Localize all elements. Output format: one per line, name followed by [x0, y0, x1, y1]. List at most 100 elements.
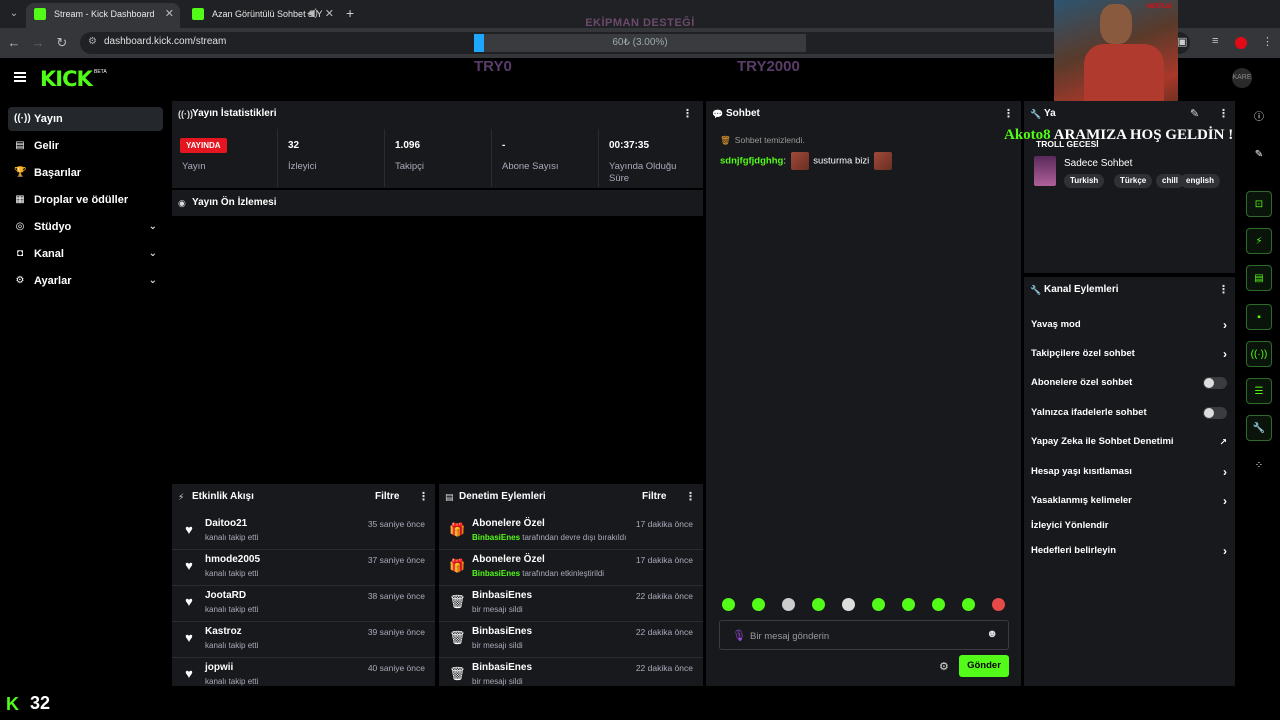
emote-icon[interactable]	[782, 598, 795, 611]
sidebar-item-basarilar[interactable]: 🏆 Başarılar	[8, 161, 163, 185]
chevron-right-icon: ›	[1223, 494, 1227, 508]
close-tab-icon[interactable]: ✕	[325, 3, 334, 25]
feed-name[interactable]: jopwii	[205, 662, 233, 673]
actor-name[interactable]: BinbasiEnes	[472, 533, 520, 542]
action-slow-mode[interactable]: Yavaş mod ›	[1031, 315, 1227, 335]
site-info-icon[interactable]: ⚙	[88, 36, 100, 48]
stream-tag[interactable]: english	[1180, 174, 1221, 188]
feed-name[interactable]: JootaRD	[205, 590, 246, 601]
sidebar-item-kanal[interactable]: ◘ Kanal ⌄	[8, 242, 163, 266]
edit-icon[interactable]: ✎	[1246, 142, 1272, 168]
send-button[interactable]: Gönder	[959, 655, 1009, 677]
filter-button[interactable]: Filtre	[375, 484, 399, 510]
stream-tag[interactable]: Türkçe	[1114, 174, 1153, 188]
stream-preview-video[interactable]	[172, 216, 703, 481]
microphone-icon[interactable]: 🎙	[732, 629, 746, 642]
back-icon[interactable]: ←	[6, 35, 22, 51]
emote-icon[interactable]	[872, 598, 885, 611]
action-set-goals[interactable]: Hedefleri belirleyin ›	[1031, 541, 1227, 561]
sidebar-item-studyo[interactable]: ◎ Stüdyo ⌄	[8, 215, 163, 239]
subscribers-only-toggle[interactable]	[1203, 377, 1227, 389]
extension-icon[interactable]: ▣	[1177, 35, 1187, 48]
feed-name[interactable]: BinbasiEnes	[472, 590, 532, 601]
tab-search-icon[interactable]: ⌄	[6, 6, 22, 22]
list-item: ♥ Kastroz kanalı takip etti 39 saniye ön…	[172, 623, 435, 658]
filter-button[interactable]: Filtre	[642, 484, 666, 510]
feed-desc: kanalı takip etti	[205, 533, 259, 542]
stream-tag[interactable]: Turkish	[1064, 174, 1105, 188]
avatar[interactable]: KARE	[1232, 68, 1252, 88]
action-account-age[interactable]: Hesap yaşı kısıtlaması ›	[1031, 462, 1227, 482]
lightning-icon[interactable]: ⚡	[1246, 228, 1272, 254]
speaker-icon[interactable]: ◀)	[307, 3, 318, 25]
more-options-icon[interactable]: ⋮	[682, 101, 693, 127]
chat-username[interactable]: sdnjfgfjdghhg	[720, 156, 783, 167]
list-item: ♥ hmode2005 kanalı takip etti 37 saniye …	[172, 551, 435, 586]
more-icon[interactable]: ⁘	[1246, 453, 1272, 479]
emote-icon[interactable]	[873, 152, 892, 170]
action-followers-only[interactable]: Takipçilere özel sohbet ›	[1031, 344, 1227, 364]
chat-message-input[interactable]	[750, 628, 970, 644]
stat-label: Yayın	[182, 161, 206, 172]
emote-icon[interactable]	[752, 598, 765, 611]
goal-max: TRY2000	[737, 58, 800, 75]
feed-name[interactable]: BinbasiEnes	[472, 662, 532, 673]
emote-icon[interactable]	[932, 598, 945, 611]
feed-name[interactable]: hmode2005	[205, 554, 260, 565]
feed-name[interactable]: Kastroz	[205, 626, 242, 637]
browser-tab-kick[interactable]: Stream - Kick Dashboard ✕	[26, 3, 180, 28]
layout-icon[interactable]: ☰	[1246, 378, 1272, 404]
emote-icon[interactable]	[902, 598, 915, 611]
emote-icon[interactable]	[992, 598, 1005, 611]
emote-only-toggle[interactable]	[1203, 407, 1227, 419]
action-label: Abonelere özel sohbet	[1031, 377, 1133, 388]
action-host-channel[interactable]: İzleyici Yönlendir	[1031, 516, 1227, 536]
chat-icon[interactable]: ▪	[1246, 304, 1272, 330]
activity-feed-panel: ⚡ Etkinlik Akışı Filtre ⋮ ♥ Daitoo21 kan…	[172, 484, 435, 686]
colon: :	[783, 155, 786, 167]
turkish-flag-icon[interactable]	[1235, 37, 1247, 49]
edit-icon[interactable]: ✎	[1190, 101, 1199, 127]
emoji-picker-icon[interactable]: ☻	[986, 628, 998, 640]
wrench-icon[interactable]: 🔧	[1246, 415, 1272, 441]
document-icon[interactable]: ▤	[1246, 265, 1272, 291]
more-options-icon[interactable]: ⋮	[1003, 101, 1014, 127]
close-tab-icon[interactable]: ✕	[165, 3, 174, 25]
sidebar-item-gelir[interactable]: ▤ Gelir	[8, 134, 163, 158]
hamburger-menu-icon[interactable]	[14, 72, 26, 82]
feed-name[interactable]: Daitoo21	[205, 518, 247, 529]
sidebar-item-droplar[interactable]: ▦ Droplar ve ödüller	[8, 188, 163, 212]
forward-icon[interactable]: →	[30, 35, 46, 51]
panel-header: 🔧 Kanal Eylemleri ⋮	[1024, 277, 1235, 303]
browser-tab-azan[interactable]: Azan Görüntülü Sohbet & Y ◀) ✕	[184, 3, 340, 28]
more-options-icon[interactable]: ⋮	[1218, 277, 1229, 303]
welcome-message: ARAMIZA HOŞ GELDİN !	[1053, 127, 1234, 143]
emote-icon[interactable]	[790, 152, 809, 170]
panel-title: Yayın Ön İzlemesi	[192, 197, 277, 208]
emote-icon[interactable]	[962, 598, 975, 611]
emote-icon[interactable]	[722, 598, 735, 611]
action-ai-moderation[interactable]: Yapay Zeka ile Sohbet Denetimi ↗	[1031, 432, 1227, 452]
sidebar-item-yayin[interactable]: ((·)) Yayın	[8, 107, 163, 131]
chat-settings-icon[interactable]: ⚙	[939, 660, 949, 673]
broadcast-icon[interactable]: ((·))	[1246, 341, 1272, 367]
more-options-icon[interactable]: ⋮	[685, 484, 696, 510]
more-options-icon[interactable]: ⋮	[1218, 101, 1229, 127]
emote-icon[interactable]	[812, 598, 825, 611]
browser-menu-icon[interactable]: ⋮	[1262, 35, 1273, 48]
capture-icon[interactable]: ⊡	[1246, 191, 1272, 217]
actor-name[interactable]: BinbasiEnes	[472, 569, 520, 578]
media-icon[interactable]: ≡	[1212, 35, 1218, 47]
action-banned-words[interactable]: Yasaklanmış kelimeler ›	[1031, 491, 1227, 511]
sidebar-item-ayarlar[interactable]: ⚙ Ayarlar ⌄	[8, 269, 163, 293]
emote-icon[interactable]	[842, 598, 855, 611]
stream-category[interactable]: Sadece Sohbet	[1064, 158, 1132, 169]
reload-icon[interactable]: ↻	[54, 35, 70, 51]
new-tab-icon[interactable]: +	[346, 5, 354, 21]
action-label: Yapay Zeka ile Sohbet Denetimi	[1031, 436, 1174, 447]
info-icon[interactable]: ⓘ	[1246, 105, 1272, 131]
feed-name[interactable]: BinbasiEnes	[472, 626, 532, 637]
kick-logo[interactable]: KICK	[40, 67, 93, 91]
more-options-icon[interactable]: ⋮	[418, 484, 429, 510]
trash-icon: 🗑	[449, 666, 466, 681]
